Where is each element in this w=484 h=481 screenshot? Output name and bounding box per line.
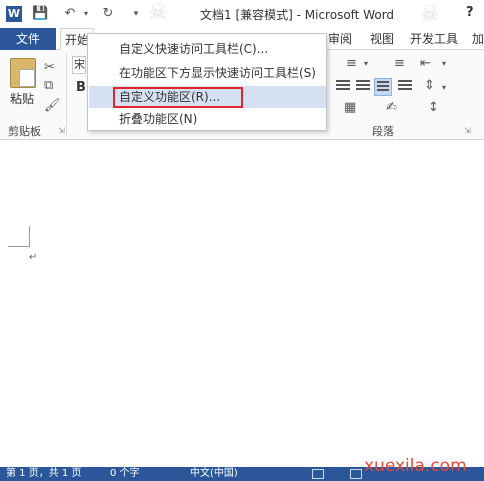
tab-review[interactable]: 审阅 [328, 28, 352, 50]
paste-button-label[interactable]: 粘贴 [10, 90, 34, 107]
menu-item-customize-ribbon[interactable]: 自定义功能区(R)... [89, 86, 326, 108]
copy-icon[interactable]: ⧉ [44, 78, 53, 94]
tab-addins[interactable]: 加 [472, 28, 484, 50]
site-watermark: xuexila.com [364, 456, 467, 476]
tab-developer[interactable]: 开发工具 [410, 28, 458, 50]
menu-item-customize-qat[interactable]: 自定义快速访问工具栏(C)... [89, 38, 326, 60]
clipboard-group-label: 剪贴板 [8, 125, 41, 138]
align-justify-button[interactable] [374, 78, 392, 96]
paragraph-mark: ↵ [29, 252, 38, 263]
line-spacing-icon[interactable]: ⇕ [424, 78, 435, 94]
save-icon[interactable]: 💾 [32, 5, 48, 23]
show-formatting-icon[interactable]: ↕ [428, 100, 439, 116]
bold-button[interactable]: B [76, 80, 86, 95]
redo-icon[interactable]: ↻ [100, 5, 116, 23]
word-window: W 💾 ↶ ▾ ↻ ▾ ☠ ☠ 文档1 [兼容模式] - Microsoft W… [0, 0, 484, 481]
tab-file[interactable]: 文件 [0, 28, 56, 50]
numbering-icon[interactable]: ≡ [394, 56, 405, 72]
margin-corner-mark [8, 246, 30, 247]
skull-decoration-icon: ☠ [148, 0, 168, 25]
qat-customize-icon[interactable]: ▾ [128, 5, 144, 23]
distributed-align-button[interactable] [396, 78, 414, 96]
decrease-indent-icon[interactable]: ⇤ [420, 56, 431, 72]
undo-icon[interactable]: ↶ [62, 5, 78, 23]
shading-icon[interactable]: ▦ [344, 100, 356, 116]
clipboard-launcher-icon[interactable]: ⇲ [58, 126, 65, 135]
paragraph-group-label: 段落 [372, 125, 394, 138]
word-logo-icon: W [6, 6, 22, 22]
font-name-box[interactable]: 宋 [72, 56, 86, 74]
document-area[interactable]: ↵ [0, 141, 484, 467]
margin-corner-mark [29, 226, 30, 246]
bullets-icon[interactable]: ≡ [346, 56, 357, 72]
indent-dropdown-icon[interactable]: ▾ [442, 56, 446, 72]
menu-item-collapse-ribbon[interactable]: 折叠功能区(N) [89, 108, 326, 130]
line-spacing-dropdown-icon[interactable]: ▾ [442, 80, 446, 96]
paragraph-launcher-icon[interactable]: ⇲ [464, 126, 471, 135]
group-divider [66, 54, 67, 136]
print-layout-icon[interactable] [350, 469, 362, 479]
context-menu: 自定义快速访问工具栏(C)... 在功能区下方显示快速访问工具栏(S) 自定义功… [87, 33, 327, 131]
highlight-box [113, 87, 243, 108]
read-mode-icon[interactable] [312, 469, 324, 479]
sort-icon[interactable]: ✍ [386, 100, 397, 116]
cut-icon[interactable]: ✂ [44, 60, 55, 76]
help-icon[interactable]: ? [466, 5, 474, 20]
skull-decoration-icon: ☠ [420, 2, 440, 27]
undo-dropdown-icon[interactable]: ▾ [78, 5, 94, 23]
paste-icon[interactable] [10, 58, 36, 88]
menu-item-show-qat-below[interactable]: 在功能区下方显示快速访问工具栏(S) [89, 62, 326, 84]
format-painter-icon[interactable]: 🖌 [44, 98, 61, 114]
status-word-count[interactable]: 0 个字 [110, 467, 140, 481]
tab-view[interactable]: 视图 [370, 28, 394, 50]
bullets-dropdown-icon[interactable]: ▾ [364, 56, 368, 72]
align-right-button[interactable] [354, 78, 372, 96]
align-center-button[interactable] [334, 78, 352, 96]
status-language[interactable]: 中文(中国) [190, 467, 238, 481]
window-title: 文档1 [兼容模式] - Microsoft Word [200, 8, 395, 22]
status-page[interactable]: 第 1 页，共 1 页 [6, 467, 81, 481]
title-bar: W 💾 ↶ ▾ ↻ ▾ ☠ ☠ 文档1 [兼容模式] - Microsoft W… [0, 0, 484, 28]
